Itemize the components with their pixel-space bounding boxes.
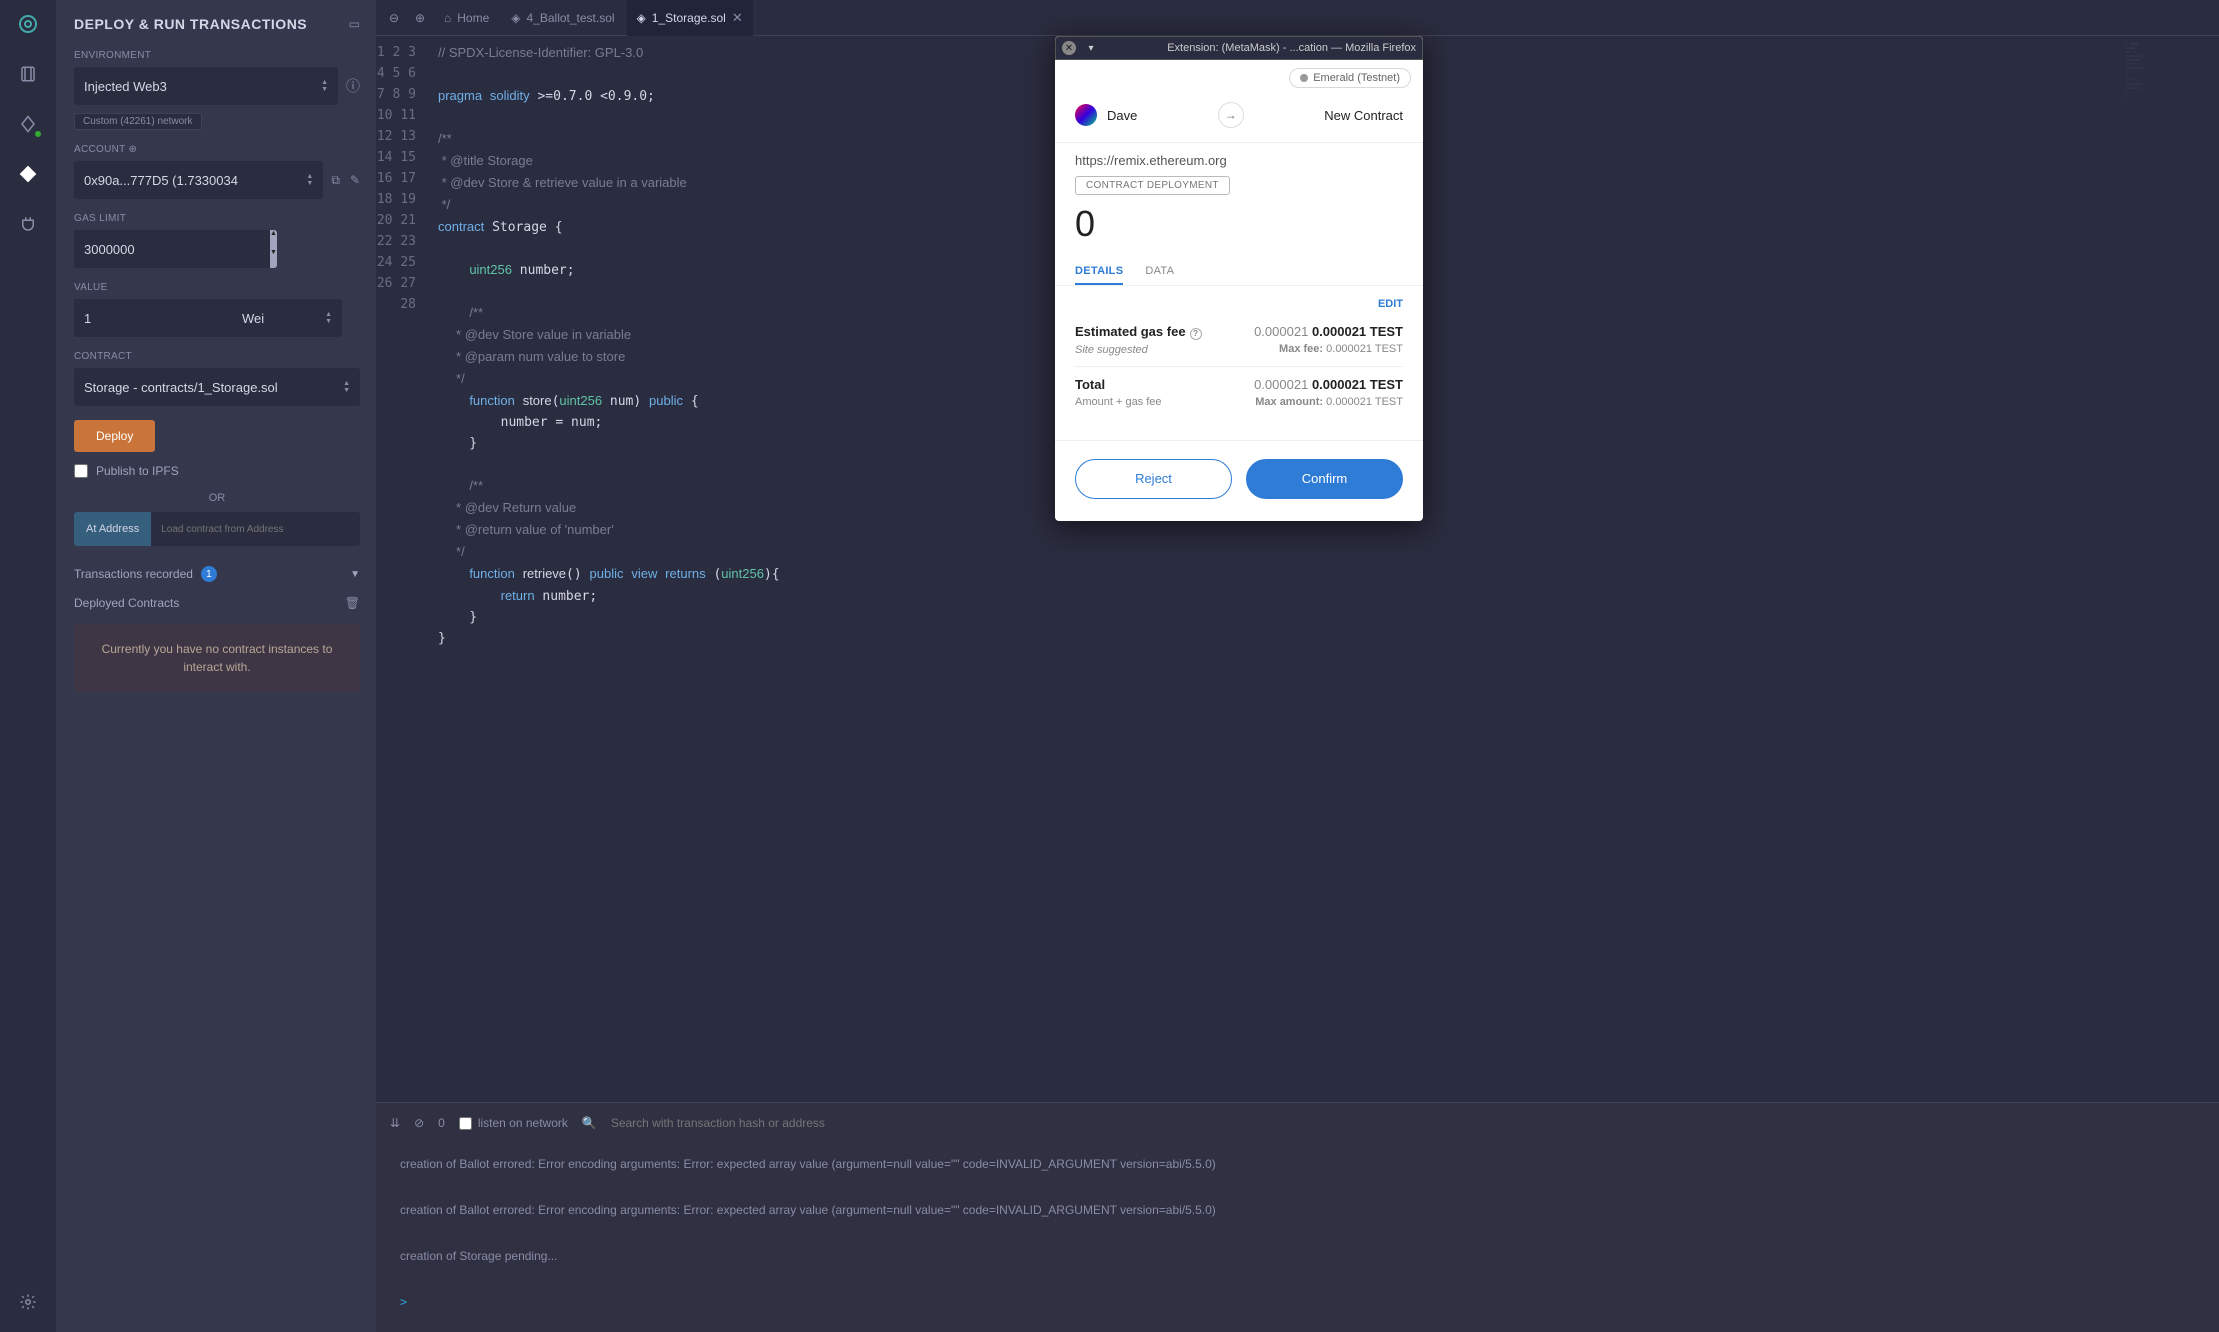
value-label: VALUE bbox=[74, 282, 360, 293]
tx-count-badge: 1 bbox=[201, 566, 217, 582]
window-title: Extension: (MetaMask) - ...cation — Mozi… bbox=[1106, 42, 1416, 54]
remix-logo-icon[interactable] bbox=[16, 12, 40, 36]
terminal-line: creation of Ballot errored: Error encodi… bbox=[400, 1153, 2195, 1175]
terminal-prompt[interactable]: > bbox=[400, 1291, 2195, 1313]
reject-button[interactable]: Reject bbox=[1075, 459, 1232, 499]
tab-data[interactable]: DATA bbox=[1145, 259, 1174, 285]
metamask-popup: Emerald (Testnet) Dave → New Contract ht… bbox=[1055, 36, 1423, 521]
solidity-icon: ◈ bbox=[637, 11, 646, 25]
deploy-run-panel: DEPLOY & RUN TRANSACTIONS ▭ ENVIRONMENT … bbox=[56, 0, 376, 1332]
info-icon[interactable]: ⓘ bbox=[346, 76, 360, 96]
account-select[interactable]: 0x90a...777D5 (1.7330034 ▲▼ bbox=[74, 161, 323, 199]
select-caret-icon: ▲▼ bbox=[325, 311, 332, 325]
gas-fee-value: 0.000021 0.000021 TEST bbox=[1254, 324, 1403, 339]
at-address-input[interactable] bbox=[151, 512, 360, 546]
environment-label: ENVIRONMENT bbox=[74, 50, 360, 61]
deploy-run-icon[interactable] bbox=[16, 162, 40, 186]
edit-icon[interactable]: ✎ bbox=[350, 173, 360, 188]
network-badge: Custom (42261) network bbox=[74, 113, 202, 130]
solidity-icon: ◈ bbox=[511, 11, 520, 25]
help-icon[interactable]: ? bbox=[1190, 328, 1202, 340]
contract-deployment-badge: CONTRACT DEPLOYMENT bbox=[1075, 176, 1230, 195]
environment-select[interactable]: Injected Web3 ▲▼ bbox=[74, 67, 338, 105]
site-origin: https://remix.ethereum.org bbox=[1075, 153, 1403, 168]
home-icon: ⌂ bbox=[444, 11, 451, 25]
line-gutter: 1 2 3 4 5 6 7 8 9 10 11 12 13 14 15 16 1… bbox=[376, 36, 426, 1102]
contract-label: CONTRACT bbox=[74, 351, 360, 362]
deploy-button[interactable]: Deploy bbox=[74, 420, 155, 452]
deployed-contracts-label: Deployed Contracts bbox=[74, 596, 179, 610]
total-max-amount: Max amount: 0.000021 TEST bbox=[1254, 396, 1403, 408]
plugin-icon[interactable] bbox=[16, 212, 40, 236]
gas-fee-label: Estimated gas fee? bbox=[1075, 324, 1202, 340]
publish-ipfs-checkbox[interactable]: Publish to IPFS bbox=[74, 464, 360, 478]
contract-select[interactable]: Storage - contracts/1_Storage.sol ▲▼ bbox=[74, 368, 360, 406]
gas-fee-sublabel: Site suggested bbox=[1075, 344, 1202, 356]
metamask-window-titlebar[interactable]: ✕ ▾ Extension: (MetaMask) - ...cation — … bbox=[1055, 36, 1423, 60]
compiler-icon[interactable] bbox=[16, 112, 40, 136]
file-explorer-icon[interactable] bbox=[16, 62, 40, 86]
select-caret-icon: ▲▼ bbox=[343, 380, 350, 394]
total-sublabel: Amount + gas fee bbox=[1075, 396, 1162, 408]
terminal-line: creation of Storage pending... bbox=[400, 1245, 2195, 1267]
window-dropdown-icon[interactable]: ▾ bbox=[1084, 41, 1098, 55]
collapse-icon[interactable]: ⇊ bbox=[390, 1116, 400, 1130]
settings-icon[interactable] bbox=[16, 1290, 40, 1314]
tab-details[interactable]: DETAILS bbox=[1075, 259, 1123, 285]
gas-limit-label: GAS LIMIT bbox=[74, 213, 360, 224]
network-dot-icon bbox=[1300, 74, 1308, 82]
panel-title: DEPLOY & RUN TRANSACTIONS bbox=[74, 16, 307, 32]
search-icon[interactable]: 🔍 bbox=[582, 1116, 597, 1130]
to-account: New Contract bbox=[1324, 108, 1403, 123]
select-caret-icon: ▲▼ bbox=[306, 173, 313, 187]
close-icon[interactable]: ✕ bbox=[732, 10, 743, 26]
clear-icon[interactable]: ⊘ bbox=[414, 1116, 424, 1130]
tab-storage[interactable]: ◈1_Storage.sol✕ bbox=[627, 0, 753, 36]
unit-select[interactable]: Wei ▲▼ bbox=[232, 299, 342, 337]
book-icon[interactable]: ▭ bbox=[349, 17, 360, 31]
window-close-icon[interactable]: ✕ bbox=[1062, 41, 1076, 55]
terminal-output[interactable]: creation of Ballot errored: Error encodi… bbox=[376, 1143, 2219, 1332]
listen-network-checkbox[interactable]: listen on network bbox=[459, 1116, 568, 1130]
confirm-button[interactable]: Confirm bbox=[1246, 459, 1403, 499]
empty-contracts-notice: Currently you have no contract instances… bbox=[74, 624, 360, 692]
total-value: 0.000021 0.000021 TEST bbox=[1254, 377, 1403, 392]
select-caret-icon: ▲▼ bbox=[321, 79, 328, 93]
terminal-line: creation of Ballot errored: Error encodi… bbox=[400, 1199, 2195, 1221]
at-address-button[interactable]: At Address bbox=[74, 512, 151, 546]
gas-limit-input[interactable] bbox=[74, 230, 270, 268]
minimap[interactable]: // SPDX pragma /** */ contract{ uint256 … bbox=[2119, 36, 2219, 1102]
account-label: ACCOUNT ⊕ bbox=[74, 144, 360, 155]
network-selector[interactable]: Emerald (Testnet) bbox=[1289, 68, 1411, 88]
gas-max-fee: Max fee: 0.000021 TEST bbox=[1254, 343, 1403, 355]
edit-gas-link[interactable]: EDIT bbox=[1075, 298, 1403, 310]
terminal-toolbar: ⇊ ⊘ 0 listen on network 🔍 bbox=[376, 1103, 2219, 1143]
tab-bar: ⊖ ⊕ ⌂Home ◈4_Ballot_test.sol ◈1_Storage.… bbox=[376, 0, 2219, 36]
or-divider: OR bbox=[74, 492, 360, 504]
transactions-recorded-toggle[interactable]: Transactions recorded 1 ▼ bbox=[74, 566, 360, 582]
trash-icon[interactable]: 🗑 bbox=[345, 596, 360, 610]
zoom-in-icon[interactable]: ⊕ bbox=[408, 11, 432, 25]
number-spinner[interactable]: ▲▼ bbox=[270, 230, 277, 268]
from-account[interactable]: Dave bbox=[1075, 104, 1137, 126]
plus-icon[interactable]: ⊕ bbox=[128, 144, 137, 155]
terminal: ⇊ ⊘ 0 listen on network 🔍 creation of Ba… bbox=[376, 1102, 2219, 1332]
copy-icon[interactable]: ⧉ bbox=[331, 173, 340, 188]
transaction-amount: 0 bbox=[1055, 195, 1423, 259]
tab-ballot-test[interactable]: ◈4_Ballot_test.sol bbox=[501, 0, 624, 36]
icon-rail bbox=[0, 0, 56, 1332]
pending-count: 0 bbox=[438, 1116, 445, 1130]
tab-home[interactable]: ⌂Home bbox=[434, 0, 499, 36]
terminal-search-input[interactable] bbox=[611, 1116, 871, 1130]
arrow-right-icon: → bbox=[1218, 102, 1244, 128]
chevron-down-icon: ▼ bbox=[350, 569, 360, 580]
total-label: Total bbox=[1075, 377, 1162, 392]
zoom-out-icon[interactable]: ⊖ bbox=[382, 11, 406, 25]
avatar-icon bbox=[1075, 104, 1097, 126]
